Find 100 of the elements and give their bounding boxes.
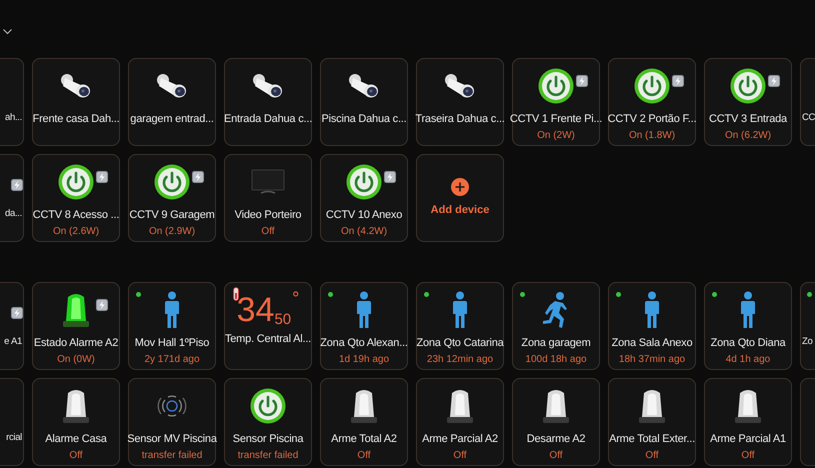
device-name: Zona Qto Alexan... bbox=[320, 337, 408, 350]
add-device-button[interactable]: Add device bbox=[416, 154, 504, 242]
device-tile[interactable]: CCTV 2 Portão F... On (1.8W) bbox=[608, 58, 696, 146]
temperature-decimal: 50 bbox=[274, 312, 292, 327]
device-name: Zo bbox=[801, 335, 814, 348]
temperature-unit: ° bbox=[292, 289, 300, 307]
device-name: CC bbox=[801, 111, 815, 124]
device-tile[interactable]: Arme Total A2 Off bbox=[320, 378, 408, 466]
device-tile[interactable]: Zona Qto Alexan... 1d 19h ago bbox=[320, 282, 408, 370]
device-tile[interactable]: Arme Parcial A2 Off bbox=[416, 378, 504, 466]
camera-icon bbox=[443, 72, 477, 100]
device-name: Estado Alarme A2 bbox=[34, 337, 118, 350]
device-tile[interactable]: Traseira Dahua c... bbox=[416, 58, 504, 146]
device-name: Zona Qto Catarina bbox=[416, 337, 504, 350]
device-name: Arme Parcial A2 bbox=[422, 433, 498, 446]
device-tile[interactable]: 3450 ° Temp. Central Al... bbox=[224, 282, 312, 370]
camera-icon bbox=[347, 72, 381, 100]
temperature-value: 34 bbox=[236, 293, 274, 327]
device-tile[interactable]: rcial bbox=[0, 378, 24, 466]
device-status: Off bbox=[549, 450, 563, 462]
device-tile[interactable]: CCTV 10 Anexo On (4.2W) bbox=[320, 154, 408, 242]
device-name: Zona Qto Diana bbox=[710, 337, 786, 350]
device-name: Video Porteiro bbox=[234, 209, 302, 222]
device-tile[interactable]: CCTV 3 Entrada On (6.2W) bbox=[704, 58, 792, 146]
device-name: Arme Total Exter... bbox=[609, 433, 695, 446]
power-button-icon[interactable] bbox=[634, 68, 670, 104]
device-status: transfer failed bbox=[238, 450, 298, 462]
camera-icon bbox=[251, 72, 285, 100]
device-tile[interactable]: CC bbox=[800, 58, 815, 146]
thermometer-icon bbox=[233, 287, 239, 301]
device-name: Zona garagem bbox=[521, 337, 591, 350]
device-name: ah... bbox=[5, 111, 23, 124]
device-status: transfer failed bbox=[142, 450, 202, 462]
device-tile[interactable]: Zona Sala Anexo 18h 37min ago bbox=[608, 282, 696, 370]
device-tile[interactable]: Sensor MV Piscina transfer failed bbox=[128, 378, 216, 466]
device-name: Alarme Casa bbox=[45, 433, 107, 446]
device-status: On (2.6W) bbox=[52, 226, 100, 238]
device-status: 1d 19h ago bbox=[338, 354, 390, 366]
device-status: 4d 1h ago bbox=[726, 354, 770, 366]
device-name: Mov Hall 1ºPiso bbox=[134, 337, 210, 350]
device-status: On (2W) bbox=[537, 130, 575, 142]
device-tile[interactable]: Zona Qto Catarina 23h 12min ago bbox=[416, 282, 504, 370]
device-tile[interactable]: Entrada Dahua c... bbox=[224, 58, 312, 146]
chevron-down-icon[interactable] bbox=[3, 29, 12, 35]
device-status: Off bbox=[261, 226, 275, 238]
device-status: 2y 171d ago bbox=[144, 354, 200, 366]
device-tile[interactable]: Arme Parcial A1 Off bbox=[704, 378, 792, 466]
device-tile[interactable]: garagem entrad... bbox=[128, 58, 216, 146]
power-button-icon[interactable] bbox=[154, 164, 190, 200]
device-name: Entrada Dahua c... bbox=[224, 113, 312, 126]
device-name: da... bbox=[5, 207, 23, 220]
power-button-icon[interactable] bbox=[730, 68, 766, 104]
device-tile[interactable] bbox=[800, 378, 815, 466]
device-name: Zona Sala Anexo bbox=[612, 337, 692, 350]
device-tile[interactable]: Mov Hall 1ºPiso 2y 171d ago bbox=[128, 282, 216, 370]
device-name: Sensor MV Piscina bbox=[127, 433, 217, 446]
device-name: Piscina Dahua c... bbox=[321, 113, 407, 126]
plus-icon bbox=[451, 178, 469, 196]
device-name: CCTV 8 Acesso ... bbox=[32, 209, 120, 222]
device-tile[interactable]: Zona Qto Diana 4d 1h ago bbox=[704, 282, 792, 370]
device-name: Arme Parcial A1 bbox=[710, 433, 786, 446]
power-button-icon[interactable] bbox=[346, 164, 382, 200]
device-tile[interactable]: Arme Total Exter... Off bbox=[608, 378, 696, 466]
camera-icon bbox=[59, 72, 93, 100]
device-status: 18h 37min ago bbox=[618, 354, 686, 366]
device-tile[interactable]: Desarme A2 Off bbox=[512, 378, 600, 466]
tv-icon bbox=[251, 169, 285, 195]
device-name: CCTV 2 Portão F... bbox=[608, 113, 696, 126]
device-tile[interactable]: Piscina Dahua c... bbox=[320, 58, 408, 146]
device-name: Desarme A2 bbox=[526, 433, 586, 446]
device-tile[interactable]: Video Porteiro Off bbox=[224, 154, 312, 242]
device-name: CCTV 10 Anexo bbox=[326, 209, 402, 222]
device-name: CCTV 1 Frente Pi... bbox=[510, 113, 602, 126]
device-status: Off bbox=[645, 450, 659, 462]
device-tile[interactable]: Zo bbox=[800, 282, 815, 370]
device-status: On (4.2W) bbox=[340, 226, 388, 238]
device-name: garagem entrad... bbox=[130, 113, 214, 126]
device-name: Temp. Central Al... bbox=[224, 333, 312, 346]
device-tile[interactable]: Alarme Casa Off bbox=[32, 378, 120, 466]
device-tile[interactable]: da... bbox=[0, 154, 24, 242]
device-tile[interactable]: e A1 bbox=[0, 282, 24, 370]
device-status: Off bbox=[69, 450, 83, 462]
device-name: Arme Total A2 bbox=[331, 433, 397, 446]
device-status: Off bbox=[741, 450, 755, 462]
device-tile[interactable]: Frente casa Dah... bbox=[32, 58, 120, 146]
device-tile[interactable]: Estado Alarme A2 On (0W) bbox=[32, 282, 120, 370]
device-name: rcial bbox=[6, 431, 23, 444]
add-device-label: Add device bbox=[430, 202, 490, 218]
power-button-icon[interactable] bbox=[250, 388, 286, 424]
device-tile[interactable]: CCTV 8 Acesso ... On (2.6W) bbox=[32, 154, 120, 242]
device-name: Frente casa Dah... bbox=[32, 113, 120, 126]
device-tile[interactable]: CCTV 9 Garagem On (2.9W) bbox=[128, 154, 216, 242]
device-tile[interactable]: ah... bbox=[0, 58, 24, 146]
device-tile[interactable]: CCTV 1 Frente Pi... On (2W) bbox=[512, 58, 600, 146]
device-tile[interactable]: Zona garagem 100d 18h ago bbox=[512, 282, 600, 370]
device-status: 23h 12min ago bbox=[426, 354, 494, 366]
device-tile[interactable]: Sensor Piscina transfer failed bbox=[224, 378, 312, 466]
power-button-icon[interactable] bbox=[538, 68, 574, 104]
power-button-icon[interactable] bbox=[58, 164, 94, 200]
device-name: CCTV 9 Garagem bbox=[129, 209, 215, 222]
